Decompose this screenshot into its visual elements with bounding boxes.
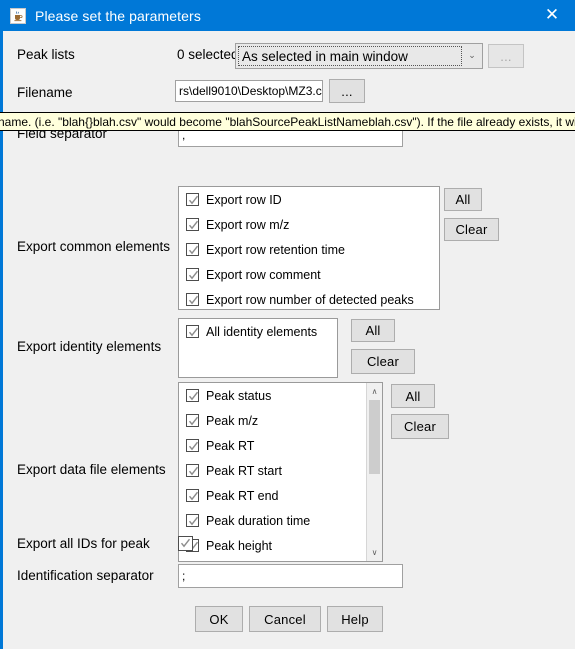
list-item-label: Export row m/z [206, 217, 290, 232]
checkbox-icon[interactable] [186, 389, 199, 402]
export-common-elements-list[interactable]: Export row ID Export row m/z Export row re… [178, 186, 440, 310]
filename-browse-button[interactable]: ... [329, 79, 365, 103]
peak-lists-combo-value: As selected in main window [238, 46, 462, 66]
identity-elements-all-button[interactable]: All [351, 319, 395, 342]
common-elements-items: Export row ID Export row m/z Export row re… [179, 187, 439, 309]
list-item[interactable]: Peak m/z [179, 408, 366, 433]
identification-separator-input[interactable]: ; [178, 564, 403, 588]
list-item-label: Peak duration time [206, 513, 311, 528]
checkbox-icon[interactable] [186, 325, 199, 338]
checkbox-icon[interactable] [186, 218, 199, 231]
list-item[interactable]: All identity elements [179, 319, 337, 344]
list-item-label: Export row comment [206, 267, 321, 282]
help-button[interactable]: Help [327, 606, 383, 632]
list-item-label: Peak RT start [206, 463, 282, 478]
list-item[interactable]: Peak RT start [179, 458, 366, 483]
list-item[interactable]: Peak duration time [179, 508, 366, 533]
chevron-down-icon: ⌄ [468, 51, 476, 61]
checkbox-icon[interactable] [186, 514, 199, 527]
list-item[interactable]: Export row m/z [179, 212, 439, 237]
list-item-label: Peak RT [206, 438, 255, 453]
peak-lists-combo[interactable]: As selected in main window ⌄ [235, 43, 483, 69]
list-item[interactable]: Peak RT [179, 433, 366, 458]
filename-tooltip: name. (i.e. "blah{}blah.csv" would becom… [0, 112, 575, 131]
checkbox-icon[interactable] [186, 489, 199, 502]
java-coffee-cup-icon [10, 7, 26, 24]
parameters-dialog: Please set the parameters ✕ Peak lists 0… [0, 0, 575, 649]
list-item[interactable]: Peak height [179, 533, 366, 558]
list-item-label: Export row retention time [206, 242, 345, 257]
list-item-label: Peak status [206, 388, 272, 403]
checkbox-icon[interactable] [186, 464, 199, 477]
checkbox-icon[interactable] [186, 268, 199, 281]
list-item[interactable]: Peak RT end [179, 483, 366, 508]
list-item[interactable]: Export row ID [179, 187, 439, 212]
scrollbar-thumb[interactable] [369, 400, 380, 474]
list-item[interactable]: Peak status [179, 383, 366, 408]
list-item[interactable]: Export row number of detected peaks [179, 287, 439, 309]
list-item-label: Export row number of detected peaks [206, 292, 414, 307]
common-elements-clear-button[interactable]: Clear [444, 218, 499, 241]
common-elements-all-button[interactable]: All [444, 188, 482, 211]
list-item[interactable]: Export row retention time [179, 237, 439, 262]
checkbox-icon[interactable] [186, 293, 199, 306]
export-all-ids-label: Export all IDs for peak [17, 536, 150, 551]
peak-lists-browse-button[interactable]: ... [488, 44, 524, 68]
export-data-file-elements-label: Export data file elements [17, 462, 166, 477]
scroll-up-icon[interactable]: ∧ [367, 384, 382, 399]
window-title: Please set the parameters [35, 7, 201, 24]
identity-elements-items: All identity elements [179, 319, 337, 344]
filename-input[interactable]: rs\dell9010\Desktop\MZ3.csv [175, 80, 323, 102]
export-identity-elements-label: Export identity elements [17, 339, 162, 354]
identity-elements-clear-button[interactable]: Clear [351, 349, 415, 374]
export-common-elements-label: Export common elements [17, 239, 171, 254]
data-file-elements-scrollbar[interactable]: ∧ ∨ [366, 383, 382, 561]
data-file-elements-items: Peak status Peak m/z Peak RT Peak RT start P… [179, 383, 366, 558]
scroll-down-icon[interactable]: ∨ [367, 545, 382, 560]
checkbox-icon[interactable] [186, 439, 199, 452]
close-icon[interactable]: ✕ [529, 0, 575, 31]
data-file-elements-clear-button[interactable]: Clear [391, 414, 449, 439]
checkbox-icon[interactable] [186, 243, 199, 256]
export-identity-elements-list[interactable]: All identity elements [178, 318, 338, 378]
export-all-ids-checkbox[interactable] [178, 536, 193, 551]
list-item-label: Peak RT end [206, 488, 279, 503]
data-file-elements-all-button[interactable]: All [391, 384, 435, 408]
list-item[interactable]: Export row comment [179, 262, 439, 287]
export-data-file-elements-list[interactable]: Peak status Peak m/z Peak RT Peak RT start P… [178, 382, 383, 562]
list-item-label: Peak m/z [206, 413, 259, 428]
peak-lists-label: Peak lists [17, 47, 75, 62]
identification-separator-label: Identification separator [17, 568, 154, 583]
checkbox-icon[interactable] [186, 193, 199, 206]
ok-button[interactable]: OK [195, 606, 243, 632]
checkbox-icon[interactable] [186, 414, 199, 427]
filename-label: Filename [17, 85, 73, 100]
title-bar: Please set the parameters ✕ [0, 0, 575, 31]
list-item-label: Export row ID [206, 192, 282, 207]
list-item-label: All identity elements [206, 324, 318, 339]
cancel-button[interactable]: Cancel [249, 606, 321, 632]
list-item-label: Peak height [206, 538, 273, 553]
peak-lists-count: 0 selected [177, 47, 239, 62]
